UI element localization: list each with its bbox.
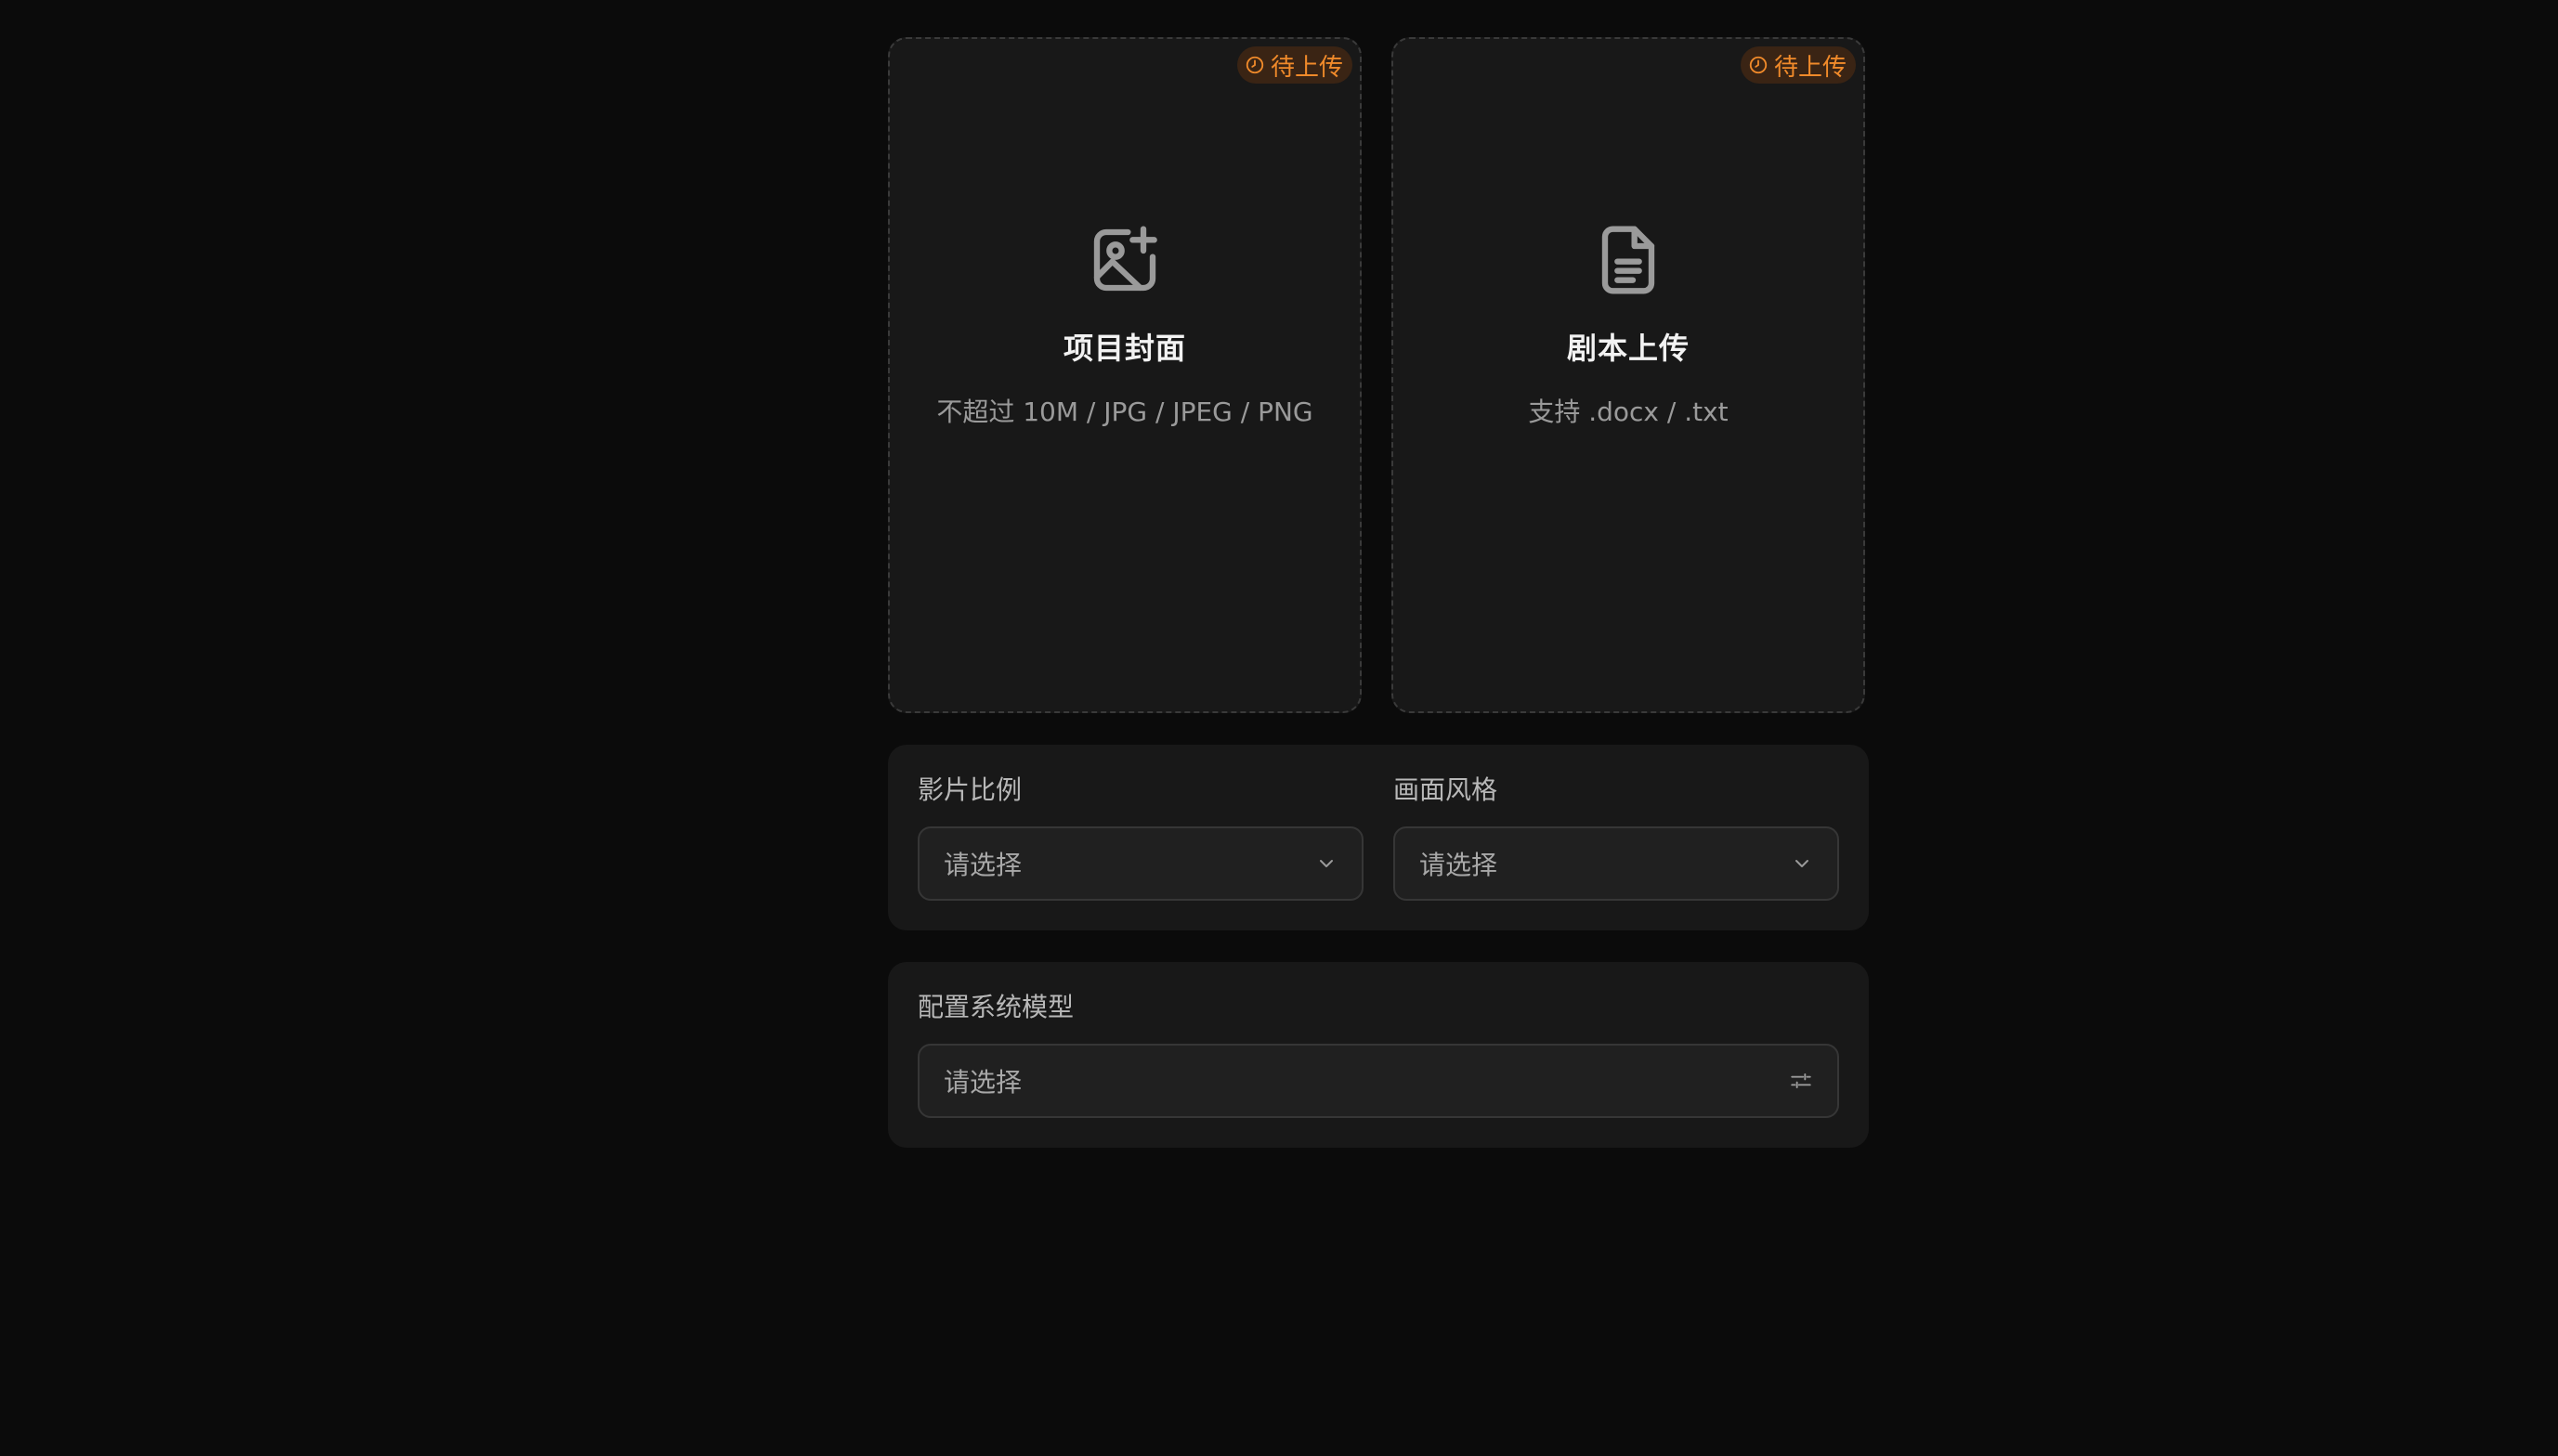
badge-label: 待上传 <box>1270 53 1343 82</box>
clock-icon <box>1748 55 1768 75</box>
sliders-icon[interactable] <box>1789 1069 1813 1093</box>
script-upload-title: 剧本上传 <box>1566 331 1690 366</box>
visual-style-select[interactable]: 请选择 <box>1393 826 1839 901</box>
chevron-down-icon <box>1315 852 1338 875</box>
cover-upload-title: 项目封面 <box>1063 331 1186 366</box>
upload-row: 待上传 项目封面 不超过 10M / JPG / JPEG / PNG 待上传 … <box>888 37 1869 713</box>
settings-row: 影片比例 请选择 画面风格 请选择 <box>918 773 1839 901</box>
project-setup: 待上传 项目封面 不超过 10M / JPG / JPEG / PNG 待上传 … <box>888 37 1869 1148</box>
clock-icon <box>1245 55 1265 75</box>
cover-upload-body: 项目封面 不超过 10M / JPG / JPEG / PNG <box>890 223 1360 429</box>
pending-upload-badge: 待上传 <box>1740 46 1856 84</box>
model-field: 配置系统模型 请选择 <box>918 990 1839 1118</box>
badge-label: 待上传 <box>1773 53 1847 82</box>
image-plus-icon <box>1088 223 1162 297</box>
aspect-ratio-value: 请选择 <box>944 850 1023 880</box>
script-upload-body: 剧本上传 支持 .docx / .txt <box>1393 223 1863 429</box>
visual-style-label: 画面风格 <box>1393 774 1498 805</box>
chevron-down-icon <box>1791 852 1813 875</box>
script-upload-card[interactable]: 待上传 剧本上传 支持 .docx / .txt <box>1391 37 1865 713</box>
cover-upload-hint: 不超过 10M / JPG / JPEG / PNG <box>936 396 1313 427</box>
visual-style-field: 画面风格 请选择 <box>1393 773 1839 901</box>
aspect-ratio-field: 影片比例 请选择 <box>918 773 1364 901</box>
aspect-ratio-select[interactable]: 请选择 <box>918 826 1364 901</box>
pending-upload-badge: 待上传 <box>1236 46 1352 84</box>
aspect-ratio-label: 影片比例 <box>918 774 1023 805</box>
model-label: 配置系统模型 <box>918 992 1075 1022</box>
visual-style-value: 请选择 <box>1419 850 1498 880</box>
cover-upload-card[interactable]: 待上传 项目封面 不超过 10M / JPG / JPEG / PNG <box>888 37 1362 713</box>
document-icon <box>1591 223 1665 297</box>
script-upload-hint: 支持 .docx / .txt <box>1528 396 1729 427</box>
model-config-panel: 配置系统模型 请选择 <box>888 962 1869 1148</box>
model-value: 请选择 <box>944 1067 1023 1098</box>
model-select[interactable]: 请选择 <box>918 1044 1839 1118</box>
video-settings-panel: 影片比例 请选择 画面风格 请选择 <box>888 745 1869 930</box>
